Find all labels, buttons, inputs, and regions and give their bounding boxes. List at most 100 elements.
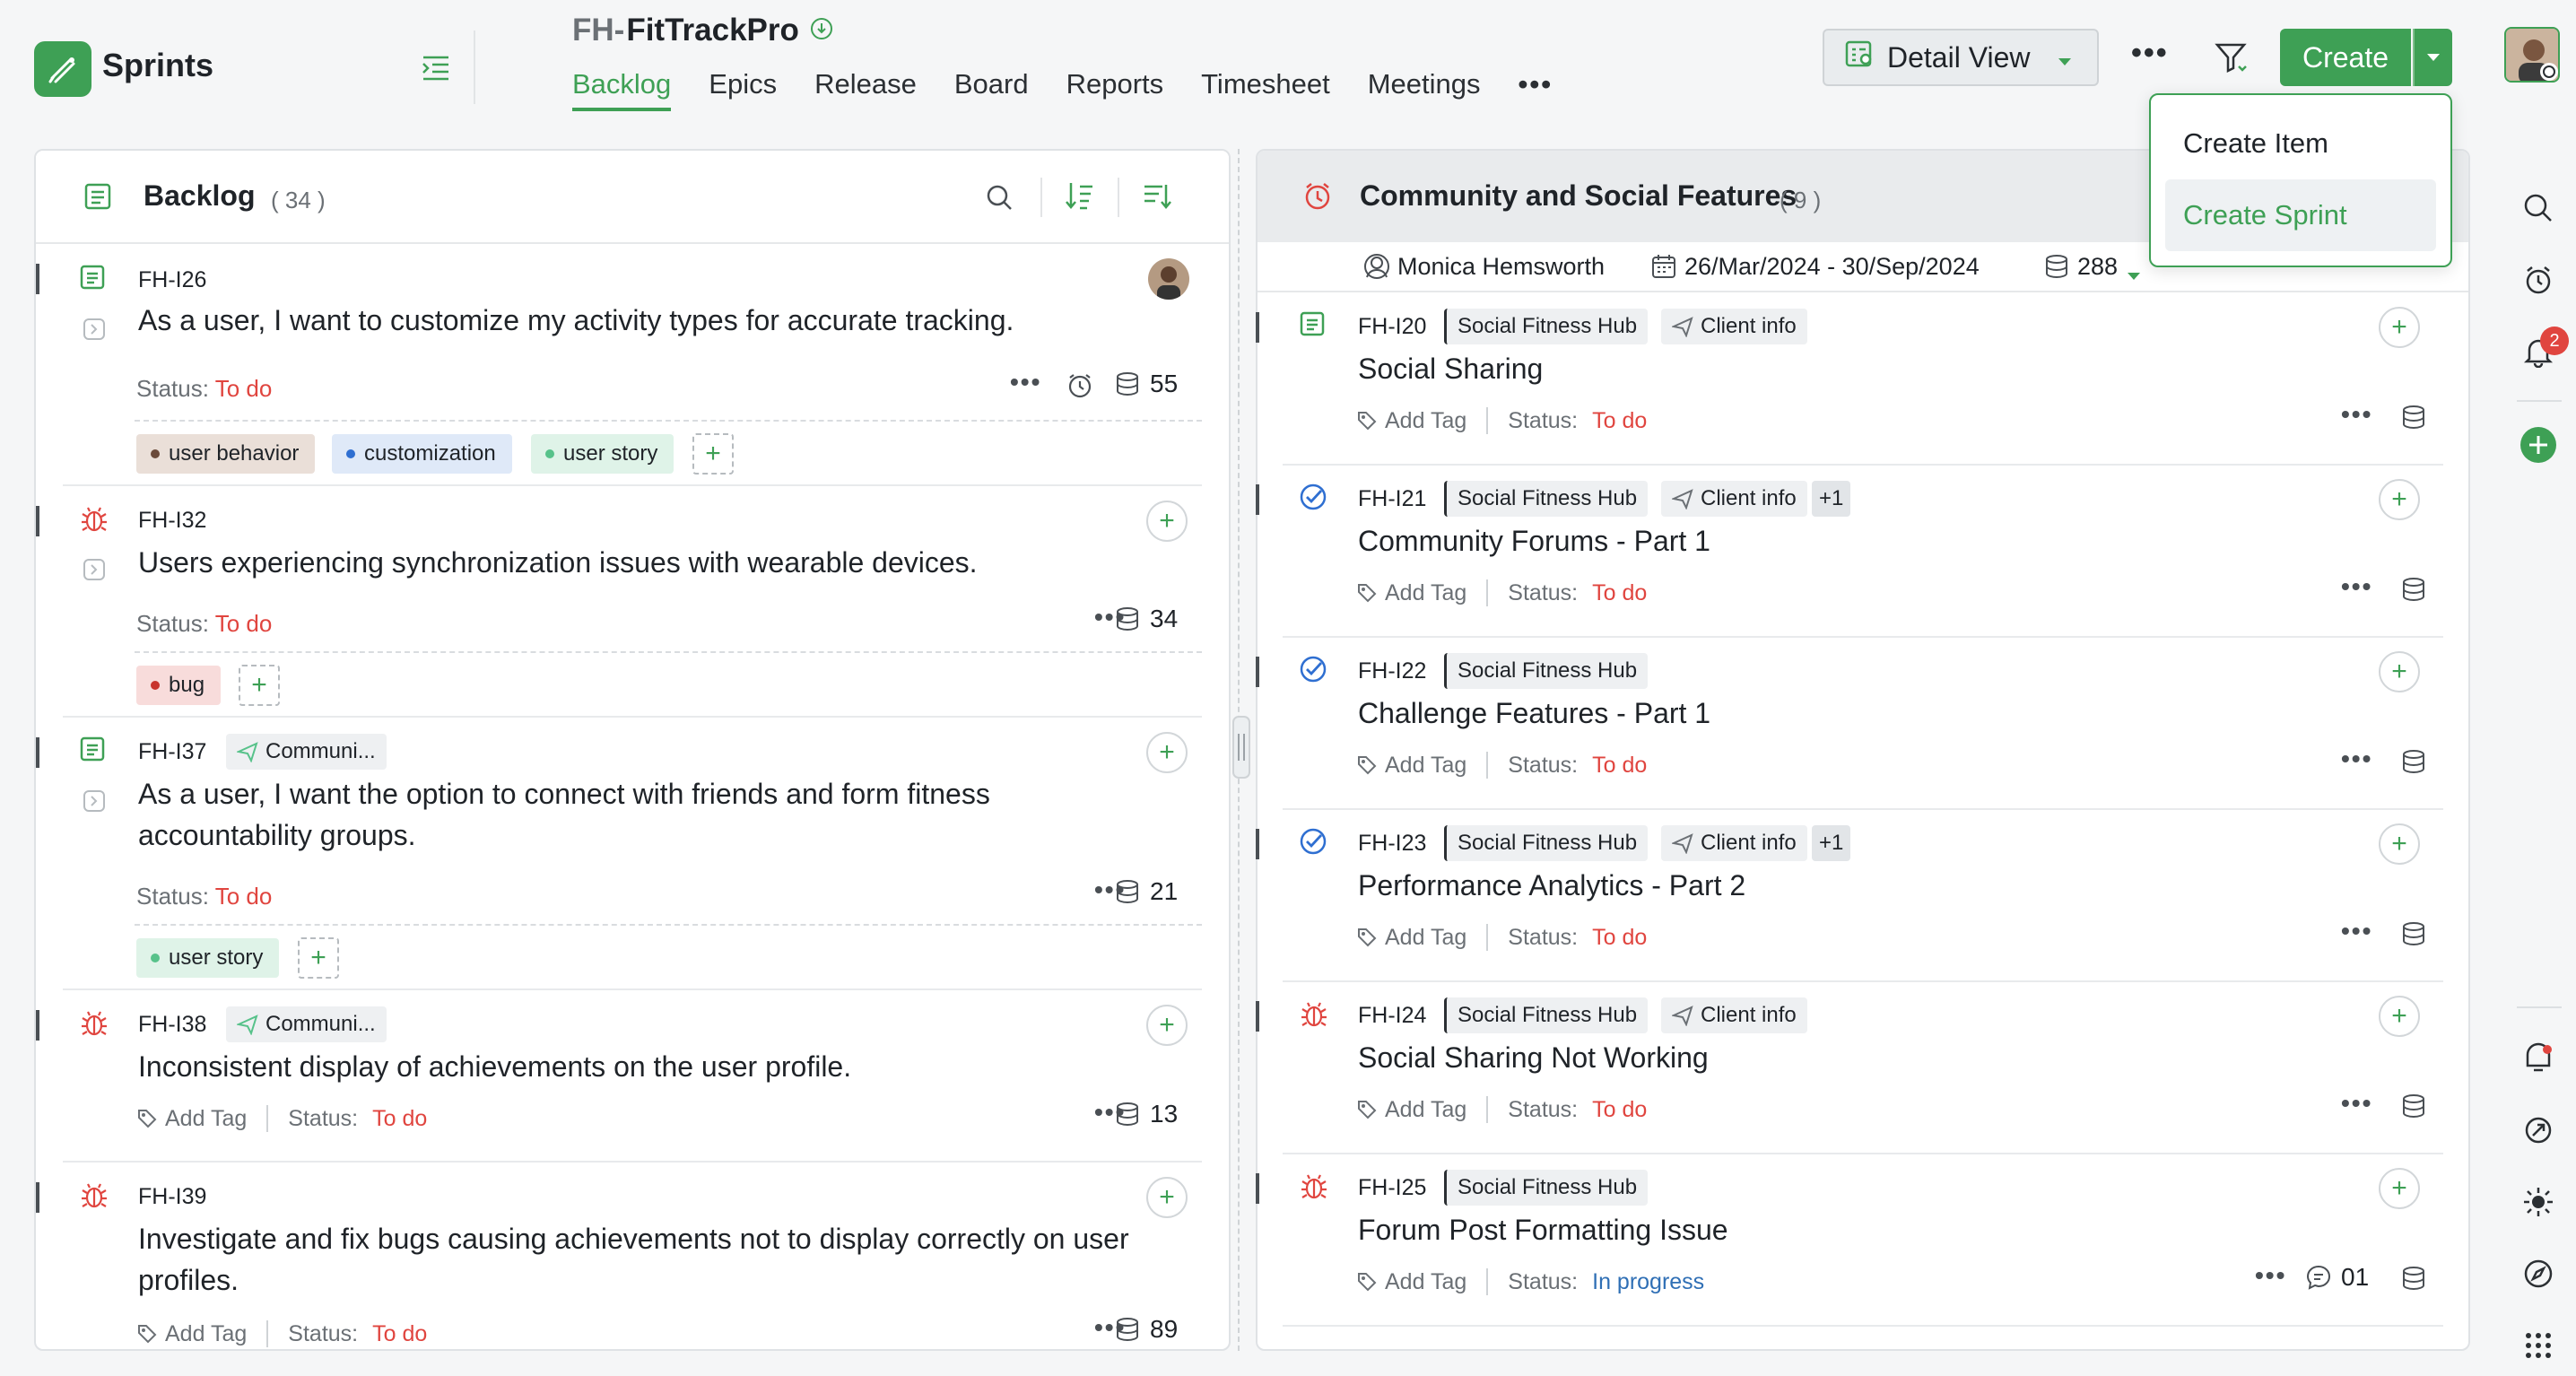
item-id[interactable]: FH-I37 [138,739,206,765]
story-points[interactable]: 13 [1114,1100,1178,1128]
drag-handle[interactable] [1256,312,1259,343]
status-field[interactable]: Status: To do [136,883,272,910]
story-points[interactable]: 89 [1114,1315,1178,1344]
story-points[interactable]: 34 [1114,605,1178,633]
item-id[interactable]: FH-I23 [1358,831,1426,857]
add-subitem-button[interactable]: + [2379,479,2420,520]
tab-board[interactable]: Board [954,68,1029,111]
menu-create-item[interactable]: Create Item [2165,108,2436,179]
add-tag-link[interactable]: Add Tag Status: To do [136,1320,427,1347]
points-stack-icon[interactable] [2400,920,2427,952]
item-more-button[interactable]: ••• [2341,400,2372,429]
add-subitem-button[interactable]: + [2379,651,2420,692]
item-id[interactable]: FH-I24 [1358,1003,1426,1029]
add-tag-link[interactable]: Add Tag Status: To do [136,1105,427,1132]
splitter-handle-icon[interactable] [1232,716,1250,779]
item-title[interactable]: As a user, I want to customize my activi… [138,300,1134,341]
add-tag-link[interactable]: Add Tag Status: In progress [1356,1268,1704,1295]
collapse-sidebar-icon[interactable] [418,50,454,86]
add-subitem-button[interactable]: + [1146,732,1188,773]
epic-chip[interactable]: Social Fitness Hub [1444,653,1649,689]
sprint-item[interactable]: FH-I24 Social Fitness Hub Client info + Soci… [1256,981,2470,1154]
expand-icon[interactable] [83,558,106,586]
create-dropdown-caret-icon[interactable] [2413,29,2452,86]
sprint-points[interactable]: 288 [2077,253,2118,281]
tab-timesheet[interactable]: Timesheet [1201,68,1330,111]
toolbar-more-button[interactable]: ••• [2131,36,2169,71]
add-tag-link[interactable]: Add Tag Status: To do [1356,407,1647,434]
reminder-icon[interactable] [1066,371,1094,405]
search-icon[interactable] [2519,188,2558,228]
tag-user-story[interactable]: user story [136,938,280,978]
tab-epics[interactable]: Epics [709,68,777,111]
add-subitem-button[interactable]: + [2379,996,2420,1037]
epic-chip[interactable]: Communi... [226,1006,387,1042]
drag-handle[interactable] [36,1010,39,1041]
menu-create-sprint[interactable]: Create Sprint [2165,179,2436,251]
item-title[interactable]: Investigate and fix bugs causing achieve… [138,1218,1161,1301]
create-button[interactable]: Create [2280,29,2411,86]
backlog-item[interactable]: FH-I37 Communi... + As a user, I want th… [36,718,1229,987]
tag-customization[interactable]: customization [332,434,512,474]
backlog-item[interactable]: FH-I39 + Investigate and fix bugs causin… [36,1163,1229,1349]
item-title[interactable]: Social Sharing Not Working [1358,1037,2345,1078]
add-tag-link[interactable]: Add Tag Status: To do [1356,752,1647,779]
item-title[interactable]: Forum Post Formatting Issue [1358,1209,2345,1250]
sprint-item[interactable]: FH-I20 Social Fitness Hub Client info + Soci… [1256,292,2470,465]
backlog-item[interactable]: FH-I26 As a user, I want to customize my… [36,244,1229,484]
tab-backlog[interactable]: Backlog [572,68,672,111]
epic-chip[interactable]: Social Fitness Hub [1444,481,1649,517]
drag-handle[interactable] [1256,1173,1259,1204]
project-title[interactable]: FH- FitTrackPro [572,13,833,48]
epic-chip[interactable]: Social Fitness Hub [1444,309,1649,344]
integration-icon[interactable] [2519,1110,2558,1150]
sprint-item[interactable]: FH-I22 Social Fitness Hub + Challenge Featu… [1256,637,2470,809]
tag-user-behavior[interactable]: user behavior [136,434,316,474]
item-title[interactable]: As a user, I want the option to connect … [138,773,1071,856]
item-title[interactable]: Inconsistent display of achievements on … [138,1046,1134,1087]
add-subitem-button[interactable]: + [1146,1177,1188,1218]
epic-chip[interactable]: Social Fitness Hub [1444,997,1649,1033]
drag-handle[interactable] [1256,657,1259,687]
sprint-dates[interactable]: 26/Mar/2024 - 30/Sep/2024 [1684,253,1980,281]
tag-bug[interactable]: bug [136,666,222,705]
more-releases-chip[interactable]: +1 [1812,481,1851,517]
comments[interactable]: 01 [2305,1263,2369,1292]
add-tag-link[interactable]: Add Tag Status: To do [1356,579,1647,606]
item-title[interactable]: Challenge Features - Part 1 [1358,692,2345,734]
item-id[interactable]: FH-I21 [1358,486,1426,512]
nav-more-button[interactable]: ••• [1519,68,1553,111]
item-id[interactable]: FH-I22 [1358,658,1426,684]
item-more-button[interactable]: ••• [1010,368,1041,396]
more-releases-chip[interactable]: +1 [1812,825,1851,861]
epic-chip[interactable]: Social Fitness Hub [1444,825,1649,861]
app-grid-icon[interactable] [2519,1326,2558,1365]
sort-order-icon[interactable] [1064,179,1096,216]
story-points[interactable]: 55 [1114,370,1178,398]
tab-meetings[interactable]: Meetings [1368,68,1481,111]
story-points[interactable]: 21 [1114,877,1178,906]
drag-handle[interactable] [36,506,39,536]
announcement-icon[interactable] [2519,1039,2558,1078]
drag-handle[interactable] [1256,829,1259,859]
item-id[interactable]: FH-I39 [138,1184,206,1210]
points-stack-icon[interactable] [2400,404,2427,435]
item-title[interactable]: Community Forums - Part 1 [1358,520,2345,562]
item-title[interactable]: Users experiencing synchronization issue… [138,542,1134,583]
add-tag-button[interactable]: + [298,937,339,979]
add-tag-link[interactable]: Add Tag Status: To do [1356,924,1647,951]
view-selector[interactable]: Detail View [1823,29,2099,86]
status-field[interactable]: Status: To do [136,375,272,403]
release-chip[interactable]: Client info [1661,997,1807,1033]
points-stack-icon[interactable] [2400,1265,2427,1296]
add-subitem-button[interactable]: + [2379,307,2420,348]
epic-chip[interactable]: Communi... [226,734,387,770]
item-more-button[interactable]: ••• [2255,1261,2286,1290]
add-subitem-button[interactable]: + [2379,823,2420,865]
add-tag-button[interactable]: + [239,665,280,706]
sprint-item[interactable]: FH-I21 Social Fitness Hub Client info +1 + Co… [1256,465,2470,637]
user-avatar[interactable] [2504,27,2560,83]
add-circle-icon[interactable] [2519,425,2558,465]
sprints-logo-icon[interactable] [34,41,91,97]
sort-list-icon[interactable] [1141,179,1173,216]
